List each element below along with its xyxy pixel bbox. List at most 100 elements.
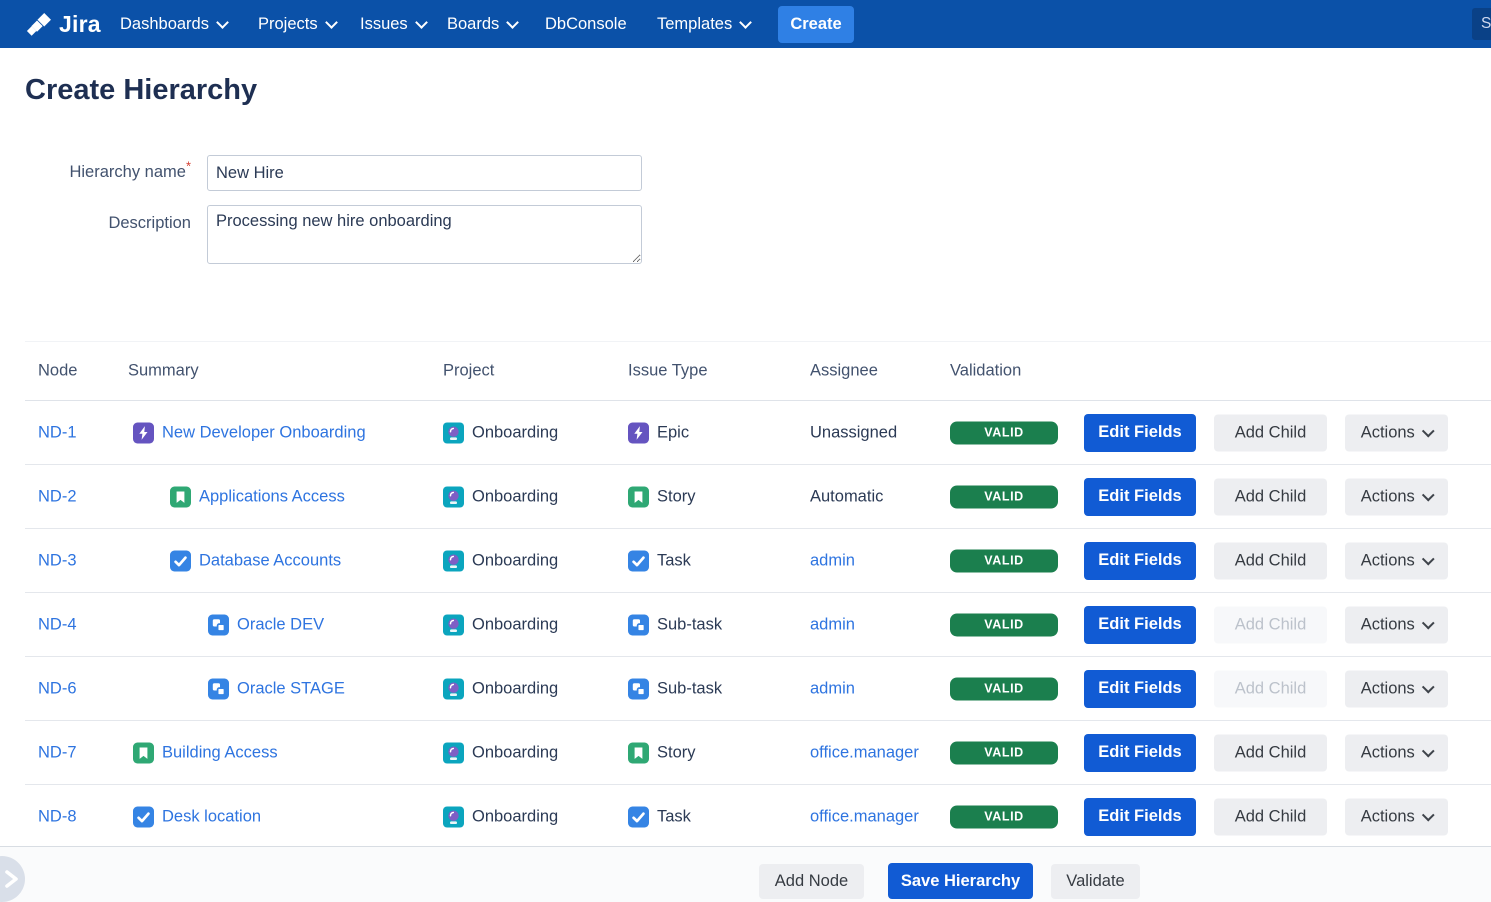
create-button[interactable]: Create bbox=[778, 6, 854, 43]
add-child-button[interactable]: Add Child bbox=[1214, 478, 1327, 515]
task-icon bbox=[170, 550, 191, 571]
validation-badge: VALID bbox=[950, 677, 1058, 700]
actions-button[interactable]: Actions bbox=[1345, 670, 1448, 707]
issue-type-name: Story bbox=[657, 743, 696, 762]
node-id-link[interactable]: ND-8 bbox=[38, 807, 77, 826]
subtask-icon bbox=[628, 614, 649, 635]
validation-badge: VALID bbox=[950, 485, 1058, 508]
edit-fields-button[interactable]: Edit Fields bbox=[1084, 478, 1196, 516]
hierarchy-table: Node Summary Project Issue Type Assignee… bbox=[25, 341, 1491, 849]
summary-link[interactable]: Applications Access bbox=[199, 487, 345, 506]
edit-fields-button[interactable]: Edit Fields bbox=[1084, 414, 1196, 452]
issue-type-name: Story bbox=[657, 487, 696, 506]
actions-button[interactable]: Actions bbox=[1345, 414, 1448, 451]
actions-button[interactable]: Actions bbox=[1345, 542, 1448, 579]
chevron-right-icon bbox=[3, 869, 21, 889]
chevron-down-icon bbox=[1422, 424, 1434, 436]
chevron-down-icon bbox=[1422, 552, 1434, 564]
actions-button[interactable]: Actions bbox=[1345, 478, 1448, 515]
node-id-link[interactable]: ND-2 bbox=[38, 487, 77, 506]
node-id-link[interactable]: ND-1 bbox=[38, 423, 77, 442]
add-child-button[interactable]: Add Child bbox=[1214, 734, 1327, 771]
chevron-down-icon bbox=[415, 16, 428, 29]
chevron-down-icon bbox=[739, 16, 752, 29]
chevron-down-icon bbox=[1422, 488, 1434, 500]
actions-button[interactable]: Actions bbox=[1345, 606, 1448, 643]
validate-button[interactable]: Validate bbox=[1051, 864, 1140, 899]
project-avatar-icon bbox=[443, 614, 464, 635]
top-navbar: Jira Dashboards Projects Issues Boards D… bbox=[0, 0, 1491, 48]
epic-icon bbox=[628, 422, 649, 443]
description-textarea[interactable]: Processing new hire onboarding bbox=[207, 205, 642, 264]
chevron-down-icon bbox=[1422, 808, 1434, 820]
assignee-link[interactable]: admin bbox=[810, 679, 855, 698]
project-name: Onboarding bbox=[472, 487, 558, 506]
chevron-down-icon bbox=[216, 16, 229, 29]
summary-link[interactable]: Database Accounts bbox=[199, 551, 341, 570]
table-row: ND-1 New Developer Onboarding Onboarding… bbox=[25, 401, 1491, 465]
header-issue-type: Issue Type bbox=[628, 362, 708, 381]
add-child-button-disabled: Add Child bbox=[1214, 606, 1327, 643]
table-row: ND-6 Oracle STAGE Onboarding Sub-task ad… bbox=[25, 657, 1491, 721]
epic-icon bbox=[133, 422, 154, 443]
add-child-button[interactable]: Add Child bbox=[1214, 798, 1327, 835]
add-child-button[interactable]: Add Child bbox=[1214, 414, 1327, 451]
search-input[interactable] bbox=[1472, 8, 1491, 40]
node-id-link[interactable]: ND-6 bbox=[38, 679, 77, 698]
project-avatar-icon bbox=[443, 806, 464, 827]
add-child-button-disabled: Add Child bbox=[1214, 670, 1327, 707]
validation-badge: VALID bbox=[950, 741, 1058, 764]
hierarchy-name-label: Hierarchy name* bbox=[41, 163, 191, 182]
project-name: Onboarding bbox=[472, 679, 558, 698]
assignee-link[interactable]: office.manager bbox=[810, 743, 919, 762]
table-row: ND-8 Desk location Onboarding Task offic… bbox=[25, 785, 1491, 849]
task-icon bbox=[628, 806, 649, 827]
nav-item-dashboards[interactable]: Dashboards bbox=[120, 0, 227, 48]
add-node-button[interactable]: Add Node bbox=[759, 864, 864, 899]
project-name: Onboarding bbox=[472, 807, 558, 826]
assignee: Unassigned bbox=[810, 423, 897, 442]
edit-fields-button[interactable]: Edit Fields bbox=[1084, 734, 1196, 772]
nav-item-dbconsole[interactable]: DbConsole bbox=[545, 0, 627, 48]
jira-logo-text: Jira bbox=[59, 11, 101, 38]
actions-button[interactable]: Actions bbox=[1345, 798, 1448, 835]
summary-link[interactable]: Oracle DEV bbox=[237, 615, 324, 634]
hierarchy-name-input[interactable] bbox=[207, 155, 642, 191]
assignee-link[interactable]: office.manager bbox=[810, 807, 919, 826]
jira-logo[interactable]: Jira bbox=[26, 0, 101, 48]
nav-item-projects[interactable]: Projects bbox=[258, 0, 336, 48]
issue-type-name: Sub-task bbox=[657, 679, 722, 698]
nav-item-issues[interactable]: Issues bbox=[360, 0, 426, 48]
validation-badge: VALID bbox=[950, 549, 1058, 572]
issue-type-name: Sub-task bbox=[657, 615, 722, 634]
header-assignee: Assignee bbox=[810, 362, 878, 381]
page-title: Create Hierarchy bbox=[25, 74, 257, 107]
save-hierarchy-button[interactable]: Save Hierarchy bbox=[888, 863, 1033, 899]
summary-link[interactable]: Building Access bbox=[162, 743, 278, 762]
summary-link[interactable]: Oracle STAGE bbox=[237, 679, 345, 698]
node-id-link[interactable]: ND-3 bbox=[38, 551, 77, 570]
node-id-link[interactable]: ND-7 bbox=[38, 743, 77, 762]
assignee-link[interactable]: admin bbox=[810, 551, 855, 570]
project-avatar-icon bbox=[443, 486, 464, 507]
description-label: Description bbox=[41, 214, 191, 233]
assignee-link[interactable]: admin bbox=[810, 615, 855, 634]
summary-link[interactable]: Desk location bbox=[162, 807, 261, 826]
chevron-down-icon bbox=[325, 16, 338, 29]
header-project: Project bbox=[443, 362, 494, 381]
summary-link[interactable]: New Developer Onboarding bbox=[162, 423, 366, 442]
subtask-icon bbox=[208, 614, 229, 635]
node-id-link[interactable]: ND-4 bbox=[38, 615, 77, 634]
nav-item-templates[interactable]: Templates bbox=[657, 0, 750, 48]
actions-button[interactable]: Actions bbox=[1345, 734, 1448, 771]
add-child-button[interactable]: Add Child bbox=[1214, 542, 1327, 579]
validation-badge: VALID bbox=[950, 613, 1058, 636]
edit-fields-button[interactable]: Edit Fields bbox=[1084, 670, 1196, 708]
story-icon bbox=[133, 742, 154, 763]
subtask-icon bbox=[208, 678, 229, 699]
nav-item-boards[interactable]: Boards bbox=[447, 0, 517, 48]
edit-fields-button[interactable]: Edit Fields bbox=[1084, 606, 1196, 644]
edit-fields-button[interactable]: Edit Fields bbox=[1084, 798, 1196, 836]
edit-fields-button[interactable]: Edit Fields bbox=[1084, 542, 1196, 580]
validation-badge: VALID bbox=[950, 421, 1058, 444]
